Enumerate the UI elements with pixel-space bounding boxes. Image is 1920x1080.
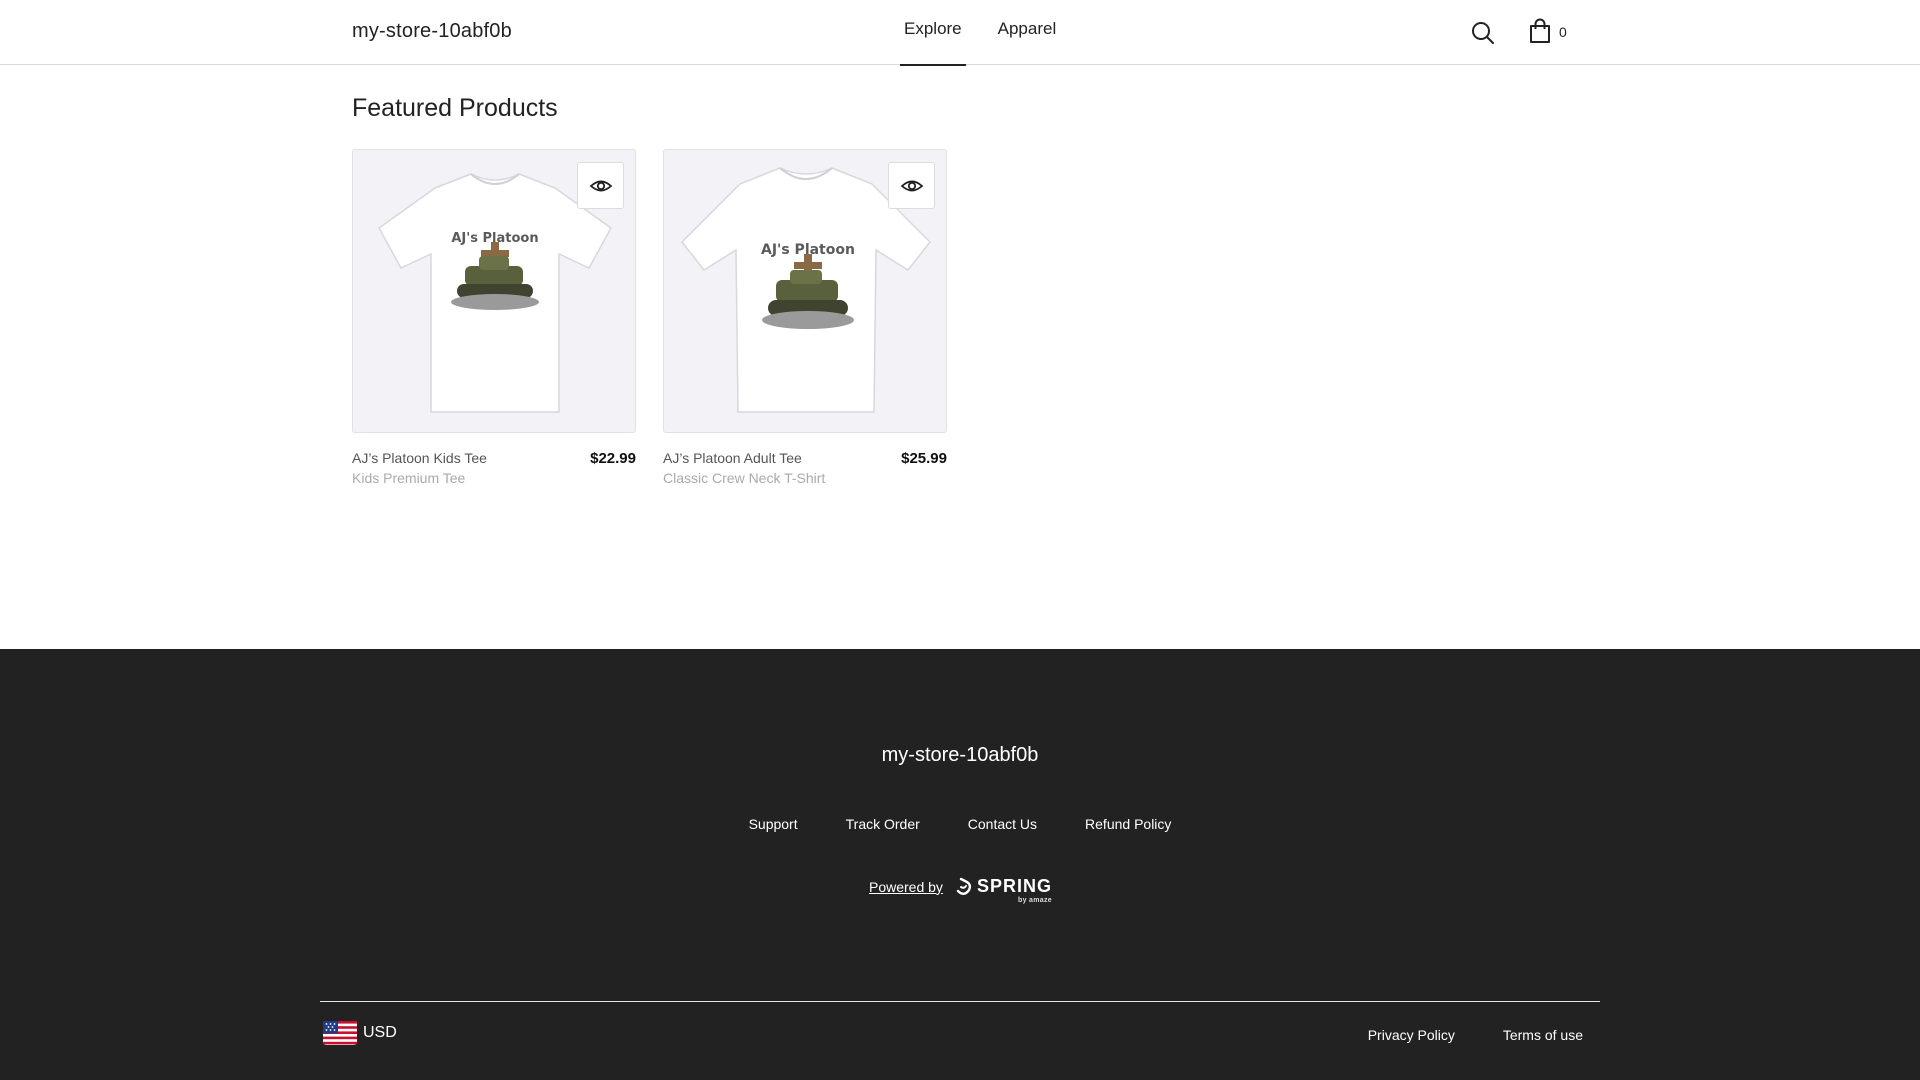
site-footer: my-store-10abf0b Support Track Order Con…	[0, 649, 1920, 1080]
cart-count: 0	[1559, 24, 1567, 40]
footer-link-support[interactable]: Support	[749, 816, 798, 832]
section-title: Featured Products	[352, 94, 558, 122]
site-header: my-store-10abf0b Explore Apparel 0	[0, 0, 1920, 66]
product-image[interactable]: AJ's Platoon	[663, 149, 947, 433]
eye-icon	[589, 180, 612, 191]
us-flag-icon	[323, 1021, 357, 1045]
footer-link-refund-policy[interactable]: Refund Policy	[1085, 816, 1171, 832]
store-name-link[interactable]: my-store-10abf0b	[352, 20, 512, 43]
footer-store-name: my-store-10abf0b	[881, 744, 1039, 766]
footer-link-contact-us[interactable]: Contact Us	[968, 816, 1037, 832]
product-card[interactable]: AJ's Platoon AJ’s Platoon Kids Tee Kids …	[352, 149, 636, 490]
search-icon[interactable]	[1469, 19, 1497, 47]
cart-button[interactable]: 0	[1527, 18, 1573, 46]
powered-by-link[interactable]: Powered by	[869, 879, 943, 895]
product-info: AJ’s Platoon Adult Tee Classic Crew Neck…	[663, 450, 947, 490]
legal-links: Privacy Policy Terms of use	[1368, 1027, 1583, 1043]
currency-code: USD	[363, 1024, 397, 1041]
privacy-policy-link[interactable]: Privacy Policy	[1368, 1027, 1455, 1043]
powered-by: Powered by SPRING by amaze	[869, 876, 1052, 904]
product-card[interactable]: AJ's Platoon AJ’s Platoon Adult Tee Clas…	[663, 149, 947, 490]
spring-sub-wordmark: by amaze	[1018, 897, 1052, 904]
product-type: Kids Premium Tee	[352, 470, 466, 486]
shopping-bag-icon	[1530, 18, 1550, 43]
product-info: AJ’s Platoon Kids Tee Kids Premium Tee $…	[352, 450, 636, 490]
product-type: Classic Crew Neck T-Shirt	[663, 470, 826, 486]
product-price: $22.99	[590, 450, 636, 467]
spring-logo-icon	[956, 877, 972, 895]
spring-logo[interactable]: SPRING by amaze	[955, 876, 1052, 904]
product-price: $25.99	[901, 450, 947, 467]
currency-selector[interactable]: USD	[323, 1021, 397, 1045]
nav-apparel[interactable]: Apparel	[994, 0, 1061, 65]
quick-view-button[interactable]	[577, 162, 624, 209]
product-image[interactable]: AJ's Platoon	[352, 149, 636, 433]
footer-divider	[320, 1001, 1600, 1002]
nav-explore[interactable]: Explore	[900, 0, 966, 66]
footer-link-track-order[interactable]: Track Order	[846, 816, 920, 832]
eye-icon	[900, 180, 923, 191]
spring-wordmark: SPRING by amaze	[976, 876, 1052, 904]
terms-of-use-link[interactable]: Terms of use	[1503, 1027, 1583, 1043]
main-nav: Explore Apparel	[900, 0, 1088, 66]
quick-view-button[interactable]	[888, 162, 935, 209]
footer-links: Support Track Order Contact Us Refund Po…	[0, 816, 1920, 832]
